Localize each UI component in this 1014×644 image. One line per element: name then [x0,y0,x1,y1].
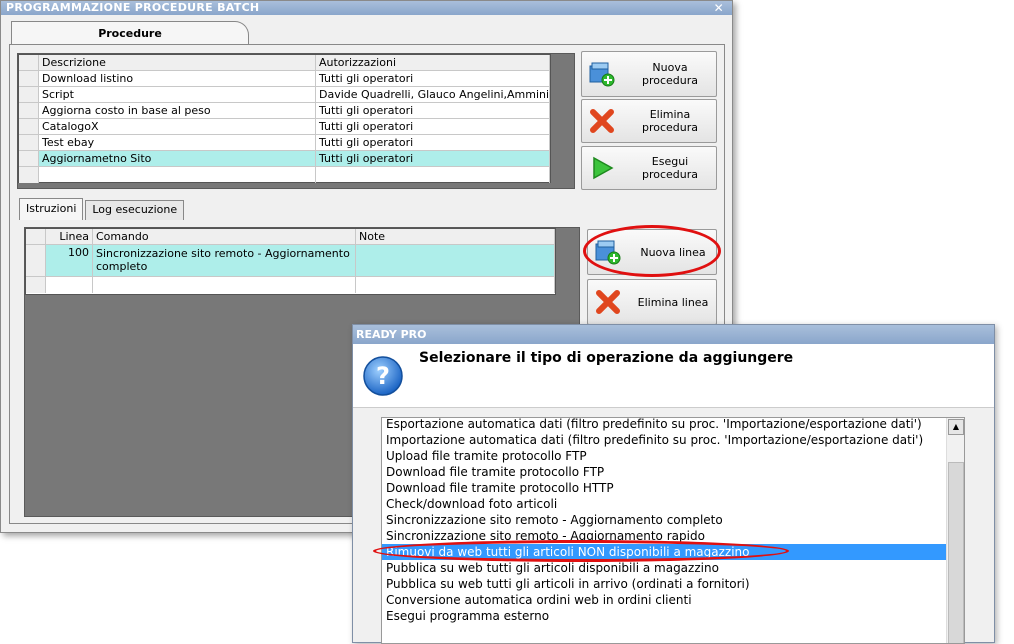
list-item[interactable]: Conversione automatica ordini web in ord… [382,592,964,608]
window-title: PROGRAMMAZIONE PROCEDURE BATCH [6,1,260,14]
cell-descrizione: Script [39,87,316,102]
instructions-header-row: Linea Comando Note [26,229,555,245]
nuova-linea-button[interactable]: Nuova linea [587,229,717,275]
delete-x-icon [590,109,614,133]
scroll-up-arrow-icon[interactable]: ▲ [948,419,964,435]
cell-autorizzazioni: Tutti gli operatori [316,71,550,86]
list-item[interactable]: Pubblica su web tutti gli articoli in ar… [382,576,964,592]
cell-autorizzazioni: Tutti gli operatori [316,119,550,134]
cell-autorizzazioni: Tutti gli operatori [316,151,550,166]
list-item[interactable]: Download file tramite protocollo FTP [382,464,964,480]
cell-descrizione: Aggiorna costo in base al peso [39,103,316,118]
dialog-title: READY PRO [353,325,994,344]
cell-autorizzazioni: Tutti gli operatori [316,135,550,150]
elimina-linea-button[interactable]: Elimina linea [587,279,717,325]
table-row[interactable]: CatalogoX Tutti gli operatori [19,119,550,135]
list-scrollbar[interactable]: ▲ [946,418,964,643]
scrollbar-thumb[interactable] [948,462,964,643]
operation-type-dialog: READY PRO ? Selezionare il tipo di opera… [352,324,995,644]
esegui-procedura-button[interactable]: Esegui procedura [581,146,717,190]
table-row[interactable]: Download listino Tutti gli operatori [19,71,550,87]
table-row[interactable]: Script Davide Quadrelli, Glauco Angelini… [19,87,550,103]
cell-descrizione: Aggiornametno Sito [39,151,316,166]
elimina-linea-label: Elimina linea [637,295,709,309]
table-row[interactable]: Aggiorna costo in base al peso Tutti gli… [19,103,550,119]
list-item[interactable]: Sincronizzazione sito remoto - Aggiornam… [382,528,964,544]
column-header-descrizione[interactable]: Descrizione [39,55,316,70]
cell-descrizione: CatalogoX [39,119,316,134]
window-titlebar: PROGRAMMAZIONE PROCEDURE BATCH ✕ [1,1,732,15]
instructions-table: Linea Comando Note 100 Sincronizzazione … [25,228,556,295]
list-item[interactable]: Esportazione automatica dati (filtro pre… [382,418,964,432]
svg-text:?: ? [376,362,390,390]
cell-autorizzazioni: Davide Quadrelli, Glauco Angelini,Ammini… [316,87,550,102]
tab-istruzioni[interactable]: Istruzioni [19,198,84,220]
cell-linea: 100 [46,245,93,276]
list-item[interactable]: Upload file tramite protocollo FTP [382,448,964,464]
nuova-procedura-button[interactable]: Nuova procedura [581,51,717,97]
column-header-comando[interactable]: Comando [93,229,356,244]
table-row-empty[interactable] [19,167,550,183]
procedures-grid-area: Descrizione Autorizzazioni Download list… [17,53,575,189]
column-header-linea[interactable]: Linea [46,229,93,244]
operation-list[interactable]: Esportazione automatica dati (filtro pre… [381,417,965,644]
cell-note [356,245,555,276]
table-row-empty[interactable] [26,277,555,293]
elimina-procedura-label: Elimina procedura [641,108,699,134]
table-row[interactable]: Test ebay Tutti gli operatori [19,135,550,151]
tab-procedure[interactable]: Procedure [11,21,249,45]
list-item[interactable]: Esegui programma esterno [382,608,964,624]
column-header-autorizzazioni[interactable]: Autorizzazioni [316,55,550,70]
list-item[interactable]: Check/download foto articoli [382,496,964,512]
tab-log-esecuzione[interactable]: Log esecuzione [85,200,185,220]
close-icon[interactable]: ✕ [714,1,724,15]
list-item[interactable]: Sincronizzazione sito remoto - Aggiornam… [382,512,964,528]
play-icon [593,156,614,180]
dialog-header: ? Selezionare il tipo di operazione da a… [353,344,994,408]
list-item[interactable]: Importazione automatica dati (filtro pre… [382,432,964,448]
cell-comando: Sincronizzazione sito remoto - Aggiornam… [93,245,356,276]
column-header-note[interactable]: Note [356,229,555,244]
new-document-plus-icon [589,62,615,87]
dialog-heading: Selezionare il tipo di operazione da agg… [419,350,794,366]
table-row-selected[interactable]: 100 Sincronizzazione sito remoto - Aggio… [26,245,555,277]
list-item[interactable]: Download file tramite protocollo HTTP [382,480,964,496]
nuova-linea-label: Nuova linea [640,245,706,259]
question-icon: ? [363,356,403,396]
cell-descrizione: Test ebay [39,135,316,150]
list-item-selected[interactable]: Rimuovi da web tutti gli articoli NON di… [382,544,964,560]
nuova-procedura-label: Nuova procedura [641,61,699,87]
elimina-procedura-button[interactable]: Elimina procedura [581,99,717,143]
esegui-procedura-label: Esegui procedura [641,155,699,181]
new-document-plus-icon [595,240,621,265]
delete-x-icon [596,290,620,314]
instruction-tabs: Istruzioni Log esecuzione [19,198,186,220]
list-item[interactable]: Pubblica su web tutti gli articoli dispo… [382,560,964,576]
procedures-header-row: Descrizione Autorizzazioni [19,55,550,71]
cell-autorizzazioni: Tutti gli operatori [316,103,550,118]
cell-descrizione: Download listino [39,71,316,86]
procedures-table: Descrizione Autorizzazioni Download list… [18,54,551,183]
table-row-selected[interactable]: Aggiornametno Sito Tutti gli operatori [19,151,550,167]
